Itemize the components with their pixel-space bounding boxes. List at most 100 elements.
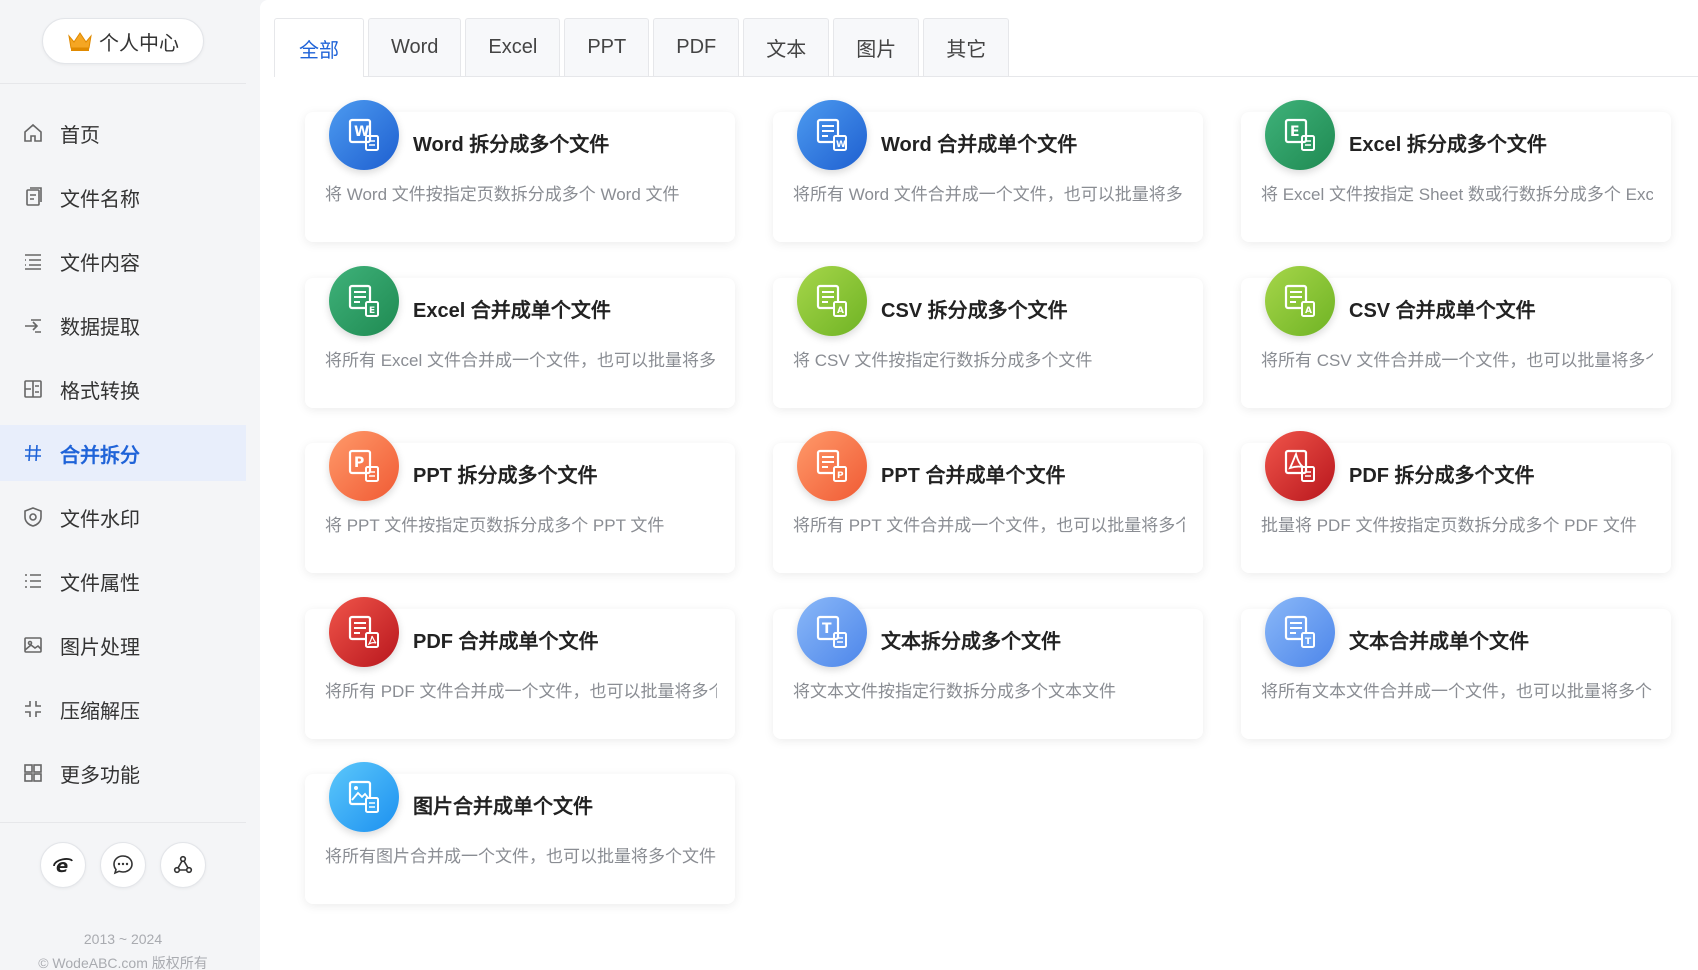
tool-card-csv-merge[interactable]: A CSV 合并成单个文件 将所有 CSV 文件合并成一个文件，也可以批量将多个	[1241, 266, 1671, 408]
sidebar-item-label: 文件属性	[60, 572, 140, 595]
tab-excel[interactable]: Excel	[465, 18, 561, 76]
chat-button[interactable]	[100, 842, 146, 888]
card-title: 文本合并成单个文件	[1349, 631, 1529, 653]
excel-merge-icon: E	[329, 266, 399, 336]
card-title: Word 合并成单个文件	[881, 134, 1078, 156]
svg-text:E: E	[1290, 124, 1300, 140]
sidebar-item-label: 更多功能	[60, 764, 140, 787]
card-title: PDF 合并成单个文件	[413, 631, 599, 653]
image-icon	[24, 637, 42, 653]
card-description: 批量将 PDF 文件按指定页数拆分成多个 PDF 文件	[1261, 516, 1637, 535]
card-description: 将所有 PDF 文件合并成一个文件，也可以批量将多个	[325, 682, 717, 701]
card-description: 将 Excel 文件按指定 Sheet 数或行数拆分成多个 Exc	[1261, 185, 1653, 204]
sidebar-item-more[interactable]: 更多功能	[0, 745, 246, 801]
card-title: Excel 拆分成多个文件	[1349, 134, 1547, 156]
tab-text[interactable]: 文本	[743, 18, 830, 76]
shield-icon	[24, 507, 42, 527]
pdf-split-icon	[1265, 431, 1335, 501]
svg-text:P: P	[837, 471, 844, 481]
card-title: PPT 拆分成多个文件	[413, 465, 598, 487]
data-extract-icon	[25, 319, 41, 333]
tool-card-ppt-merge[interactable]: P PPT 合并成单个文件 将所有 PPT 文件合并成一个文件，也可以批量将多个	[773, 431, 1203, 573]
sidebar-item-file-name[interactable]: 文件名称	[0, 169, 246, 225]
profile-button[interactable]: 个人中心	[42, 18, 204, 64]
card-description: 将所有 CSV 文件合并成一个文件，也可以批量将多个	[1261, 351, 1653, 370]
tool-card-pdf-merge[interactable]: PDF 合并成单个文件 将所有 PDF 文件合并成一个文件，也可以批量将多个	[305, 597, 735, 739]
card-description: 将 PPT 文件按指定页数拆分成多个 PPT 文件	[325, 516, 665, 535]
card-description: 将所有 PPT 文件合并成一个文件，也可以批量将多个	[793, 516, 1185, 535]
sidebar-item-label: 文件水印	[60, 508, 140, 531]
tool-card-text-split[interactable]: T 文本拆分成多个文件 将文本文件按指定行数拆分成多个文本文件	[773, 597, 1203, 739]
sidebar-item-file-content[interactable]: 文件内容	[0, 233, 246, 289]
svg-text:W: W	[836, 140, 846, 150]
sidebar-item-format-convert[interactable]: 格式转换	[0, 361, 246, 417]
tool-card-text-merge[interactable]: T 文本合并成单个文件 将所有文本文件合并成一个文件，也可以批量将多个	[1241, 597, 1671, 739]
tool-card-ppt-split[interactable]: P PPT 拆分成多个文件 将 PPT 文件按指定页数拆分成多个 PPT 文件	[305, 431, 735, 573]
sidebar-item-home[interactable]: 首页	[0, 105, 246, 161]
excel-split-icon: E	[1265, 100, 1335, 170]
pdf-merge-icon	[329, 597, 399, 667]
share-icon	[173, 855, 193, 874]
browser-icon: e	[53, 856, 73, 877]
svg-text:P: P	[354, 455, 364, 471]
card-description: 将 Word 文件按指定页数拆分成多个 Word 文件	[325, 185, 680, 204]
share-button[interactable]	[160, 842, 206, 888]
sidebar-item-label: 数据提取	[60, 316, 140, 339]
tool-card-pdf-split[interactable]: PDF 拆分成多个文件 批量将 PDF 文件按指定页数拆分成多个 PDF 文件	[1241, 431, 1671, 573]
tab-other[interactable]: 其它	[923, 18, 1010, 76]
grid-icon	[24, 764, 42, 782]
tab-word[interactable]: Word	[368, 18, 462, 76]
profile-label: 个人中心	[99, 32, 179, 55]
tool-card-word-merge[interactable]: W Word 合并成单个文件 将所有 Word 文件合并成一个文件，也可以批量将…	[773, 100, 1203, 242]
ppt-merge-icon: P	[797, 431, 867, 501]
card-description: 将所有 Excel 文件合并成一个文件，也可以批量将多	[325, 351, 717, 370]
tab-all[interactable]: 全部	[274, 18, 364, 77]
card-title: Excel 合并成单个文件	[413, 300, 611, 322]
ppt-split-icon: P	[329, 431, 399, 501]
tool-card-word-split[interactable]: W Word 拆分成多个文件 将 Word 文件按指定页数拆分成多个 Word …	[305, 100, 735, 242]
svg-text:T: T	[822, 621, 832, 637]
svg-text:E: E	[369, 306, 375, 316]
compress-icon	[25, 701, 41, 717]
card-title: PPT 合并成单个文件	[881, 465, 1066, 487]
footer-buttons: e	[0, 842, 246, 888]
copyright-text: © WodeABC.com 版权所有	[38, 955, 208, 970]
svg-text:A: A	[837, 306, 844, 316]
sidebar-item-data-extract[interactable]: 数据提取	[0, 297, 246, 353]
card-title: PDF 拆分成多个文件	[1349, 465, 1535, 487]
svg-text:T: T	[1305, 637, 1312, 647]
divider	[0, 83, 246, 84]
tool-card-excel-split[interactable]: E Excel 拆分成多个文件 将 Excel 文件按指定 Sheet 数或行数…	[1241, 100, 1671, 242]
card-title: CSV 拆分成多个文件	[881, 300, 1068, 322]
card-description: 将所有图片合并成一个文件，也可以批量将多个文件	[325, 847, 716, 866]
sidebar-item-label: 格式转换	[60, 380, 140, 403]
browser-button[interactable]: e	[40, 842, 86, 888]
tool-card-csv-split[interactable]: A CSV 拆分成多个文件 将 CSV 文件按指定行数拆分成多个文件	[773, 266, 1203, 408]
svg-text:W: W	[354, 124, 369, 140]
card-title: Word 拆分成多个文件	[413, 134, 610, 156]
tab-pdf[interactable]: PDF	[653, 18, 740, 76]
home-icon	[24, 123, 42, 142]
text-split-icon: T	[797, 597, 867, 667]
tool-card-image-merge[interactable]: 图片合并成单个文件 将所有图片合并成一个文件，也可以批量将多个文件	[305, 762, 735, 904]
card-description: 将文本文件按指定行数拆分成多个文本文件	[793, 682, 1116, 701]
card-title: CSV 合并成单个文件	[1349, 300, 1536, 322]
tool-card-excel-merge[interactable]: E Excel 合并成单个文件 将所有 Excel 文件合并成一个文件，也可以批…	[305, 266, 735, 408]
text-merge-icon: T	[1265, 597, 1335, 667]
sidebar-nav: 首页 文件名称 文件内容 数据提取 格式转换 合并拆分 文件水印 文件属性 图片…	[0, 105, 246, 809]
sidebar-item-watermark[interactable]: 文件水印	[0, 489, 246, 545]
sidebar-item-image[interactable]: 图片处理	[0, 617, 246, 673]
category-tabs: 全部 Word Excel PPT PDF 文本 图片 其它	[274, 18, 1698, 77]
divider	[0, 822, 246, 823]
file-content-icon	[25, 254, 41, 270]
word-split-icon: W	[329, 100, 399, 170]
sidebar-item-merge-split[interactable]: 合并拆分	[0, 425, 246, 481]
sidebar-item-compress[interactable]: 压缩解压	[0, 681, 246, 737]
tab-ppt[interactable]: PPT	[564, 18, 650, 76]
tab-image[interactable]: 图片	[833, 18, 920, 76]
copyright: 2013 ~ 2024 © WodeABC.com 版权所有	[0, 927, 246, 970]
word-merge-icon: W	[797, 100, 867, 170]
sidebar-item-properties[interactable]: 文件属性	[0, 553, 246, 609]
svg-text:A: A	[1305, 306, 1312, 316]
sidebar: 个人中心 首页 文件名称 文件内容 数据提取 格式转换 合并拆分 文件水印 文件…	[0, 0, 246, 970]
